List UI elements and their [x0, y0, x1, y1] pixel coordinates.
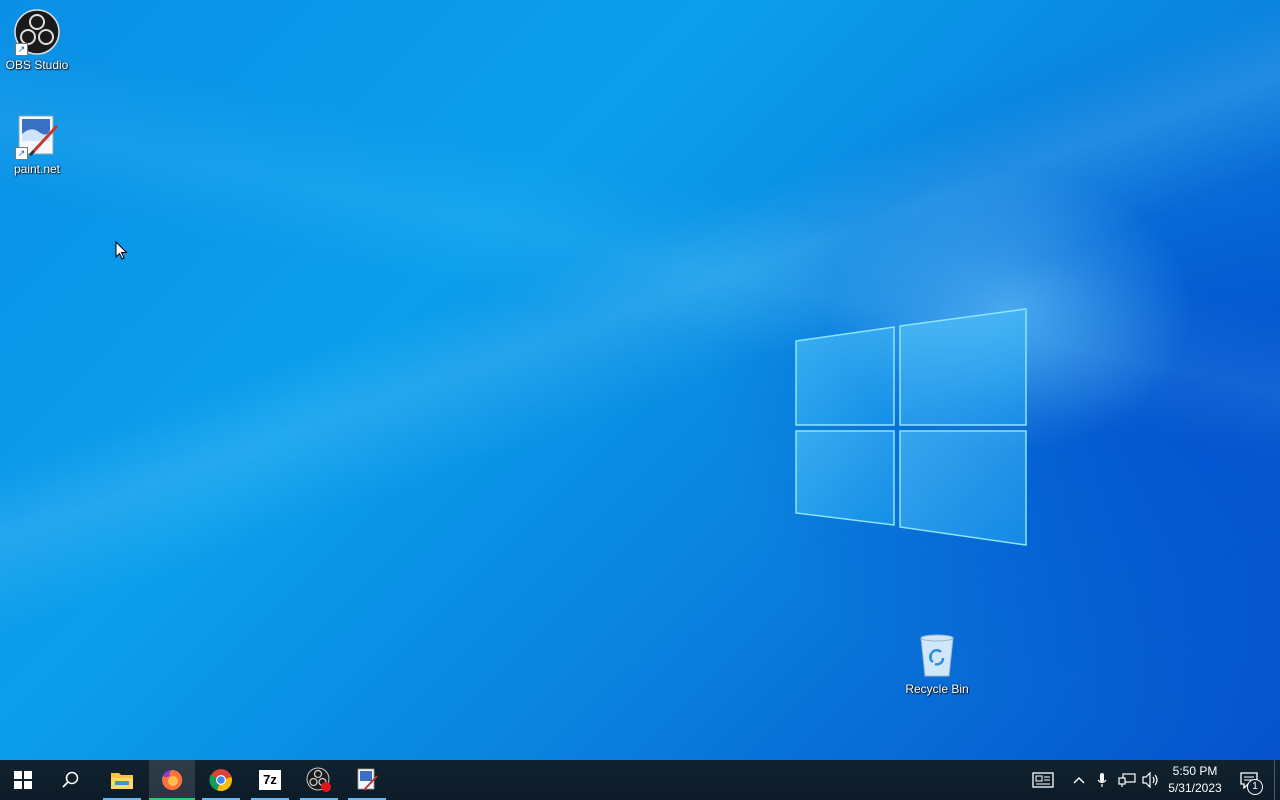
chevron-up-icon: [1073, 777, 1085, 784]
clock[interactable]: 5:50 PM 5/31/2023: [1160, 763, 1230, 797]
taskbar-app-file-explorer[interactable]: [99, 760, 145, 800]
desktop-icon-label: OBS Studio: [5, 58, 69, 72]
obs-icon: [306, 767, 331, 792]
start-button[interactable]: [0, 760, 46, 800]
taskbar: 7z 5:50 PM 5/31/2023: [0, 760, 1280, 800]
taskbar-app-obs-studio[interactable]: [296, 760, 342, 800]
taskbar-app-paint-net[interactable]: [344, 760, 390, 800]
clock-time: 5:50 PM: [1172, 764, 1218, 778]
news-icon: [1032, 772, 1054, 788]
desktop-icon-recycle-bin[interactable]: Recycle Bin: [900, 632, 974, 696]
network-button[interactable]: [1116, 760, 1138, 800]
windows-start-icon: [14, 771, 32, 789]
shortcut-arrow-icon: ↗: [15, 147, 28, 160]
taskbar-app-7zip[interactable]: 7z: [247, 760, 293, 800]
show-hidden-icons-button[interactable]: [1068, 760, 1090, 800]
search-button[interactable]: [48, 760, 94, 800]
desktop-icon-obs-studio[interactable]: ↗ OBS Studio: [0, 8, 74, 72]
desktop[interactable]: ↗ OBS Studio ↗ paint.net Recycle Bin: [0, 0, 1280, 760]
clock-date: 5/31/2023: [1168, 781, 1222, 795]
volume-button[interactable]: [1140, 760, 1162, 800]
firefox-icon: [162, 769, 183, 790]
paint-net-icon: [357, 768, 378, 791]
desktop-icon-label: Recycle Bin: [905, 682, 969, 696]
show-desktop-button[interactable]: [1274, 760, 1280, 800]
7zip-icon-text: 7z: [263, 772, 277, 787]
desktop-icon-paint-net[interactable]: ↗ paint.net: [0, 112, 74, 176]
paint-net-icon: ↗: [13, 112, 61, 160]
network-icon: [1118, 773, 1136, 787]
taskbar-app-chrome[interactable]: [198, 760, 244, 800]
search-icon: [62, 771, 79, 788]
chrome-icon: [209, 769, 232, 792]
recycle-bin-icon: [913, 632, 961, 680]
7zip-icon: 7z: [259, 770, 281, 790]
microphone-icon: [1097, 773, 1107, 787]
mouse-cursor-icon: [115, 241, 128, 260]
obs-icon: ↗: [13, 8, 61, 56]
microphone-button[interactable]: [1092, 760, 1112, 800]
notification-count-badge: 1: [1247, 779, 1263, 795]
wallpaper-light-beam: [0, 0, 1280, 760]
file-explorer-icon: [111, 773, 133, 789]
desktop-icon-label: paint.net: [13, 162, 61, 176]
windows-logo-wallpaper: [795, 308, 1027, 546]
wallpaper-light-beam: [0, 0, 1280, 760]
volume-icon: [1142, 772, 1158, 788]
shortcut-arrow-icon: ↗: [15, 43, 28, 56]
taskbar-app-firefox[interactable]: [149, 760, 195, 800]
news-and-interests-button[interactable]: [1028, 760, 1058, 800]
